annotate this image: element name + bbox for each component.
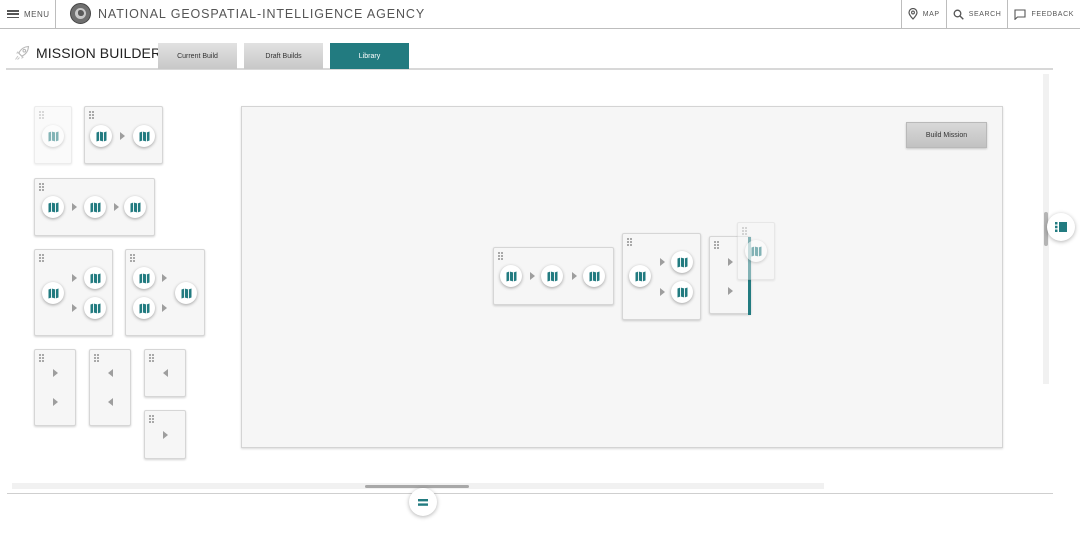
hamburger-icon xyxy=(7,10,19,18)
rocket-icon xyxy=(15,45,30,60)
arrow-right-icon xyxy=(728,258,733,266)
drag-handle-icon[interactable] xyxy=(498,252,504,260)
map-node-icon xyxy=(124,196,146,218)
drag-handle-icon[interactable] xyxy=(94,354,100,362)
equals-icon xyxy=(418,498,428,506)
feedback-icon xyxy=(1014,8,1027,20)
map-node-icon xyxy=(500,265,522,287)
drag-handle-icon[interactable] xyxy=(627,238,633,246)
arrow-right-icon xyxy=(530,272,535,280)
search-icon xyxy=(953,9,964,20)
map-node-icon xyxy=(42,125,64,147)
bottom-panel-toggle[interactable] xyxy=(409,488,437,516)
builder-tabs: Current Build Draft Builds Library xyxy=(158,43,416,69)
arrow-right-icon xyxy=(660,258,665,266)
drag-handle-icon[interactable] xyxy=(130,254,136,262)
map-node-icon xyxy=(175,282,197,304)
search-label: SEARCH xyxy=(968,10,1002,18)
map-node-icon xyxy=(133,297,155,319)
map-node-icon xyxy=(745,240,767,262)
search-button[interactable]: SEARCH xyxy=(945,0,1008,28)
arrow-right-icon xyxy=(53,369,58,377)
menu-label: MENU xyxy=(24,9,50,19)
build-mission-button[interactable]: Build Mission xyxy=(906,122,987,148)
arrow-right-icon xyxy=(114,203,119,211)
drag-handle-icon[interactable] xyxy=(39,254,45,262)
arrow-left-icon xyxy=(163,369,168,377)
drag-handle-icon[interactable] xyxy=(149,354,155,362)
map-button[interactable]: MAP xyxy=(900,0,946,28)
map-node-icon xyxy=(84,297,106,319)
mission-builder-header: MISSION BUILDER Current Build Draft Buil… xyxy=(6,40,1053,70)
arrow-left-icon xyxy=(108,398,113,406)
drag-handle-icon[interactable] xyxy=(39,183,45,191)
drag-handle-icon[interactable] xyxy=(89,111,95,119)
tab-draft-builds[interactable]: Draft Builds xyxy=(244,43,323,69)
arrow-right-icon xyxy=(72,274,77,282)
map-node-icon xyxy=(42,282,64,304)
arrow-left-icon xyxy=(108,369,113,377)
arrow-right-icon xyxy=(162,274,167,282)
arrow-right-icon xyxy=(572,272,577,280)
drag-handle-icon[interactable] xyxy=(39,354,45,362)
drag-handle-icon[interactable] xyxy=(39,111,45,119)
drag-handle-icon[interactable] xyxy=(149,415,155,423)
arrow-right-icon xyxy=(163,431,168,439)
arrow-right-icon xyxy=(120,132,125,140)
menu-button[interactable]: MENU xyxy=(0,0,56,28)
side-panel-toggle[interactable] xyxy=(1047,213,1075,241)
agency-name: NATIONAL GEOSPATIAL-INTELLIGENCE AGENCY xyxy=(98,7,426,21)
arrow-right-icon xyxy=(728,287,733,295)
arrow-right-icon xyxy=(72,304,77,312)
drag-handle-icon[interactable] xyxy=(742,227,748,235)
tab-library[interactable]: Library xyxy=(330,43,409,69)
arrow-right-icon xyxy=(72,203,77,211)
map-node-icon xyxy=(90,125,112,147)
agency-seal-logo xyxy=(70,3,91,24)
tab-current-build[interactable]: Current Build xyxy=(158,43,237,69)
map-node-icon xyxy=(541,265,563,287)
list-panel-icon xyxy=(1055,222,1067,232)
template-card-double-backward-connector[interactable] xyxy=(89,349,131,426)
map-node-icon xyxy=(671,251,693,273)
template-card-double-forward-connector[interactable] xyxy=(34,349,76,426)
map-pin-icon xyxy=(908,8,918,20)
map-label: MAP xyxy=(922,10,940,18)
map-node-icon xyxy=(671,281,693,303)
arrow-right-icon xyxy=(162,304,167,312)
arrow-right-icon xyxy=(53,398,58,406)
map-node-icon xyxy=(133,125,155,147)
map-node-icon xyxy=(84,196,106,218)
feedback-label: FEEDBACK xyxy=(1031,10,1074,18)
map-node-icon xyxy=(42,196,64,218)
drag-handle-icon[interactable] xyxy=(714,241,720,249)
map-node-icon xyxy=(583,265,605,287)
map-node-icon xyxy=(629,265,651,287)
top-bar: MENU NATIONAL GEOSPATIAL-INTELLIGENCE AG… xyxy=(0,0,1080,29)
horizontal-scroll-thumb[interactable] xyxy=(365,485,469,488)
feedback-button[interactable]: FEEDBACK xyxy=(1007,0,1080,28)
map-node-icon xyxy=(133,267,155,289)
map-node-icon xyxy=(84,267,106,289)
page-title: MISSION BUILDER xyxy=(36,45,162,61)
arrow-right-icon xyxy=(660,288,665,296)
